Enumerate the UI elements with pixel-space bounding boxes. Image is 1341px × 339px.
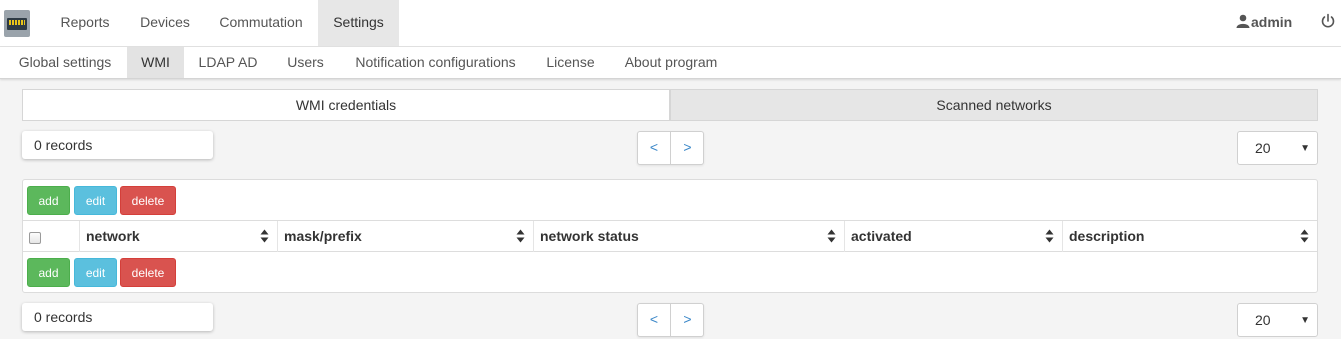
settings-subnav: Global settings WMI LDAP AD Users Notifi… — [0, 47, 1341, 79]
user-menu[interactable]: admin — [1236, 0, 1292, 46]
dropdown-caret-icon: ▼ — [1300, 315, 1310, 326]
column-label: description — [1069, 228, 1145, 244]
records-count-top: 0 records — [22, 131, 213, 159]
page-size-select-top[interactable]: 20 ▼ — [1237, 131, 1318, 165]
next-page-button-bottom[interactable]: > — [671, 304, 704, 336]
pager-bottom: < > — [637, 303, 704, 337]
subnav-wmi[interactable]: WMI — [127, 47, 184, 78]
page-size-value: 20 — [1255, 140, 1271, 156]
subnav-global-settings[interactable]: Global settings — [5, 47, 125, 78]
sort-icon — [1045, 229, 1054, 243]
pager-top: < > — [637, 131, 704, 165]
column-header-network[interactable]: network — [80, 221, 278, 252]
column-header-description[interactable]: description — [1063, 221, 1317, 252]
sort-icon — [827, 229, 836, 243]
subnav-ldap-ad[interactable]: LDAP AD — [186, 47, 270, 78]
add-button[interactable]: add — [27, 186, 70, 215]
power-icon[interactable] — [1320, 13, 1336, 29]
page-size-value: 20 — [1255, 312, 1271, 328]
select-all-checkbox[interactable] — [29, 232, 41, 244]
tab-wmi-credentials[interactable]: WMI credentials — [22, 89, 670, 121]
column-header-activated[interactable]: activated — [845, 221, 1063, 252]
select-all-cell — [23, 221, 80, 252]
ethernet-port-logo-icon[interactable] — [4, 10, 30, 37]
tab-scanned-networks[interactable]: Scanned networks — [670, 89, 1318, 121]
nav-settings[interactable]: Settings — [318, 0, 399, 46]
username-label: admin — [1251, 14, 1293, 30]
top-navbar: Reports Devices Commutation Settings adm… — [0, 0, 1341, 47]
subnav-users[interactable]: Users — [272, 47, 339, 78]
nav-devices[interactable]: Devices — [126, 0, 204, 46]
column-label: activated — [851, 228, 912, 244]
sort-icon — [1300, 229, 1309, 243]
user-icon — [1236, 14, 1250, 28]
sort-icon — [260, 229, 269, 243]
edit-button-bottom[interactable]: edit — [74, 258, 117, 287]
nav-commutation[interactable]: Commutation — [204, 0, 318, 46]
records-count-bottom: 0 records — [22, 303, 213, 331]
column-label: network status — [540, 228, 639, 244]
column-header-mask-prefix[interactable]: mask/prefix — [278, 221, 534, 252]
add-button-bottom[interactable]: add — [27, 258, 70, 287]
subnav-about-program[interactable]: About program — [611, 47, 731, 78]
delete-button[interactable]: delete — [120, 186, 176, 215]
next-page-button[interactable]: > — [671, 132, 704, 164]
nav-reports[interactable]: Reports — [44, 0, 126, 46]
networks-table-panel: add edit delete network mask/prefix netw… — [22, 179, 1318, 293]
column-header-network-status[interactable]: network status — [534, 221, 845, 252]
table-header: network mask/prefix network status activ… — [23, 220, 1317, 252]
subnav-notification-configurations[interactable]: Notification configurations — [341, 47, 530, 78]
sort-icon — [516, 229, 525, 243]
delete-button-bottom[interactable]: delete — [120, 258, 176, 287]
column-label: mask/prefix — [284, 228, 362, 244]
prev-page-button[interactable]: < — [638, 132, 671, 164]
dropdown-caret-icon: ▼ — [1300, 143, 1310, 154]
page-size-select-bottom[interactable]: 20 ▼ — [1237, 303, 1318, 337]
edit-button[interactable]: edit — [74, 186, 117, 215]
prev-page-button-bottom[interactable]: < — [638, 304, 671, 336]
column-label: network — [86, 228, 140, 244]
subnav-license[interactable]: License — [532, 47, 609, 78]
